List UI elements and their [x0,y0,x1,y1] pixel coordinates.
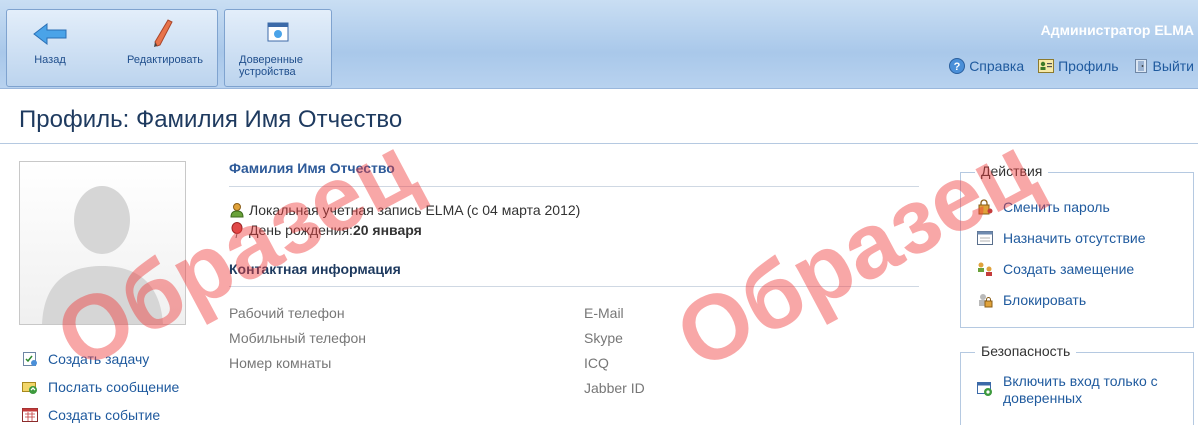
trusted-devices-label: Доверенные устройства [239,54,303,78]
create-task-link[interactable]: Создать задачу [22,345,179,373]
title-divider [0,143,1198,144]
account-text: Локальная учетная запись ELMA (с 04 март… [249,202,581,218]
contact-labels-right: E-Mail Skype ICQ Jabber ID [584,305,645,405]
change-password-label: Сменить пароль [1003,198,1110,215]
svg-text:?: ? [954,61,961,73]
logout-label: Выйти [1152,58,1194,74]
back-arrow-icon [33,22,67,46]
birthday-value: 20 января [352,222,422,238]
contact-labels-left: Рабочий телефон Мобильный телефон Номер … [229,305,366,380]
security-panel-title: Безопасность [975,343,1077,359]
send-message-link[interactable]: Послать сообщение [22,373,179,401]
left-actions: Создать задачу Послать сообщение Создать… [22,345,179,425]
birthday-info: День рождения: 20 января [229,220,919,240]
set-absence-label: Назначить отсутствие [1003,229,1146,246]
absence-calendar-icon [977,230,993,245]
padlock-user-icon [979,293,993,307]
trusted-devices-button[interactable]: Доверенные устройства [225,10,331,86]
trusted-device-icon [977,382,992,396]
help-label: Справка [969,58,1025,74]
key-lock-icon [978,198,993,214]
message-icon [22,382,37,394]
mobile-phone-label: Мобильный телефон [229,330,366,346]
edit-button-label: Редактировать [127,54,203,66]
send-message-label: Послать сообщение [48,379,180,395]
avatar [19,161,186,325]
task-checklist-icon [23,352,37,366]
work-phone-label: Рабочий телефон [229,305,345,321]
block-user-label: Блокировать [1003,291,1087,308]
create-task-label: Создать задачу [48,351,150,367]
block-user-link[interactable]: Блокировать [961,284,1193,315]
profile-card-icon [1038,59,1055,73]
birthday-label: День рождения: [249,222,353,238]
toolbar-group-main: Назад Редактировать [6,9,218,87]
calendar-icon [22,408,38,422]
help-link[interactable]: ? Справка [949,58,1024,74]
back-button-label: Назад [34,54,66,66]
create-event-label: Создать событие [48,407,161,423]
trusted-login-link[interactable]: Включить вход только с доверенных [961,373,1193,409]
contact-section-title: Контактная информация [229,261,401,277]
trusted-login-label: Включить вход только с доверенных [1003,373,1158,406]
contact-divider [229,286,919,287]
page-title: Профиль: Фамилия Имя Отчество [19,106,403,133]
logout-link[interactable]: Выйти [1133,58,1194,74]
toolbar-group-devices: Доверенные устройства [224,9,332,87]
top-links: ? Справка Профиль Выйти [949,58,1194,74]
profile-main: Фамилия Имя Отчество Локальная учетная з… [229,160,919,405]
actions-panel-title: Действия [975,163,1049,179]
jabber-label: Jabber ID [584,380,645,396]
back-button[interactable]: Назад [7,10,93,86]
contact-info: Рабочий телефон Мобильный телефон Номер … [229,305,919,405]
skype-label: Skype [584,330,623,346]
create-substitution-label: Создать замещение [1003,260,1135,277]
create-event-link[interactable]: Создать событие [22,401,179,425]
exit-door-icon [1134,59,1147,73]
profile-link[interactable]: Профиль [1038,58,1119,74]
edit-button[interactable]: Редактировать [111,10,219,86]
user-icon [230,203,244,218]
profile-label: Профиль [1058,58,1119,74]
set-absence-link[interactable]: Назначить отсутствие [961,222,1193,253]
user-silhouette-icon [42,186,163,324]
current-user-name: Администратор ELMA [1040,22,1194,38]
email-label: E-Mail [584,305,624,321]
change-password-link[interactable]: Сменить пароль [961,191,1193,222]
balloon-icon [231,222,243,238]
help-icon: ? [949,58,966,74]
create-substitution-link[interactable]: Создать замещение [961,253,1193,284]
security-panel: Безопасность Включить вход только с дове… [960,343,1194,425]
top-toolbar: Назад Редактировать Доверенные устройств… [0,0,1198,89]
account-info: Локальная учетная запись ELMA (с 04 март… [229,200,919,220]
actions-panel: Действия Сменить пароль Назначить отсутс… [960,163,1194,328]
substitution-users-icon [978,262,992,276]
device-window-icon [267,22,289,42]
profile-full-name[interactable]: Фамилия Имя Отчество [229,160,919,182]
icq-label: ICQ [584,355,609,371]
pencil-icon [154,19,173,47]
room-number-label: Номер комнаты [229,355,332,371]
